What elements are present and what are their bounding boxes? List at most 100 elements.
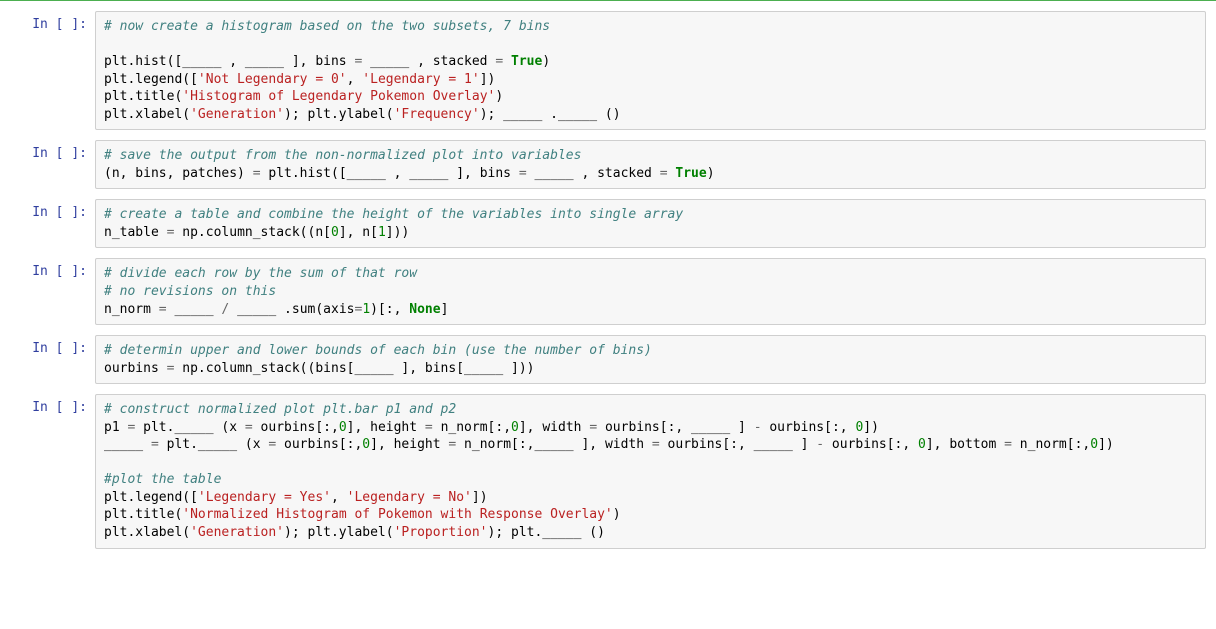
code-text: ourbins[:,	[253, 420, 339, 435]
keyword-true: True	[675, 166, 706, 181]
op-eq: =	[253, 166, 261, 181]
code-text: plt.title(	[104, 507, 182, 522]
op-eq: =	[589, 420, 597, 435]
code-text: n_norm[:,_____ ], width	[456, 437, 652, 452]
code-text: plt.hist([_____ , _____ ], bins	[261, 166, 519, 181]
code-text: ); plt.ylabel(	[284, 525, 394, 540]
string: 'Proportion'	[394, 525, 488, 540]
code-input-area[interactable]: # save the output from the non-normalize…	[95, 140, 1206, 189]
code-text: n_norm[:,	[1012, 437, 1090, 452]
code-cell[interactable]: In [ ]: # divide each row by the sum of …	[0, 254, 1216, 329]
code-text: np.column_stack((bins[_____ ], bins[____…	[174, 361, 534, 376]
code-text: )	[542, 54, 550, 69]
code-input-area[interactable]: # determin upper and lower bounds of eac…	[95, 335, 1206, 384]
op-minus: -	[754, 420, 762, 435]
code-text: ourbins[:,	[762, 420, 856, 435]
code-text: _____ , stacked	[362, 54, 495, 69]
op-minus: -	[816, 437, 824, 452]
op-eq: =	[245, 420, 253, 435]
input-prompt: In [ ]:	[0, 335, 95, 384]
string: 'Frequency'	[394, 107, 480, 122]
op-eq: =	[151, 437, 159, 452]
code-text: ourbins[:,	[824, 437, 918, 452]
code-content[interactable]: # divide each row by the sum of that row…	[104, 265, 1197, 318]
code-text: ], width	[519, 420, 589, 435]
code-text: ]))	[386, 225, 409, 240]
code-text: )	[707, 166, 715, 181]
code-text: plt.title(	[104, 89, 182, 104]
string: 'Legendary = Yes'	[198, 490, 331, 505]
code-text: _____ .sum(axis	[229, 302, 354, 317]
op-eq: =	[519, 166, 527, 181]
code-text: )[:,	[370, 302, 409, 317]
code-cell[interactable]: In [ ]: # determin upper and lower bound…	[0, 331, 1216, 388]
keyword-true: True	[511, 54, 542, 69]
code-text: p1	[104, 420, 127, 435]
code-text: n_table	[104, 225, 167, 240]
op-eq: =	[1004, 437, 1012, 452]
code-input-area[interactable]: # create a table and combine the height …	[95, 199, 1206, 248]
string: 'Normalized Histogram of Pokemon with Re…	[182, 507, 612, 522]
code-content[interactable]: # construct normalized plot plt.bar p1 a…	[104, 401, 1197, 541]
code-text: ourbins[:, _____ ]	[597, 420, 754, 435]
code-text: ])	[863, 420, 879, 435]
number: 0	[918, 437, 926, 452]
string: 'Not Legendary = 0'	[198, 72, 347, 87]
comment: # construct normalized plot plt.bar p1 a…	[104, 402, 456, 417]
code-input-area[interactable]: # divide each row by the sum of that row…	[95, 258, 1206, 325]
string: 'Histogram of Legendary Pokemon Overlay'	[182, 89, 495, 104]
input-prompt: In [ ]:	[0, 140, 95, 189]
string: 'Generation'	[190, 525, 284, 540]
code-input-area[interactable]: # now create a histogram based on the tw…	[95, 11, 1206, 130]
op-eq: =	[159, 302, 167, 317]
comment: # no revisions on this	[104, 284, 276, 299]
code-text: ])	[472, 490, 488, 505]
code-content[interactable]: # now create a histogram based on the tw…	[104, 18, 1197, 123]
code-text: n_norm[:,	[433, 420, 511, 435]
input-prompt: In [ ]:	[0, 199, 95, 248]
code-text: n_norm	[104, 302, 159, 317]
input-prompt: In [ ]:	[0, 258, 95, 325]
op-eq: =	[652, 437, 660, 452]
code-text: ])	[480, 72, 496, 87]
comment: # create a table and combine the height …	[104, 207, 683, 222]
code-cell[interactable]: In [ ]: # save the output from the non-n…	[0, 136, 1216, 193]
code-cell[interactable]: In [ ]: # create a table and combine the…	[0, 195, 1216, 252]
number: 0	[511, 420, 519, 435]
code-text: _____ , stacked	[527, 166, 660, 181]
code-text: plt.xlabel(	[104, 525, 190, 540]
code-content[interactable]: # determin upper and lower bounds of eac…	[104, 342, 1197, 377]
code-content[interactable]: # create a table and combine the height …	[104, 206, 1197, 241]
code-cell[interactable]: In [ ]: # now create a histogram based o…	[0, 7, 1216, 134]
code-text: _____	[167, 302, 222, 317]
comment: # determin upper and lower bounds of eac…	[104, 343, 652, 358]
number: 1	[378, 225, 386, 240]
code-text: (n, bins, patches)	[104, 166, 253, 181]
input-prompt: In [ ]:	[0, 394, 95, 548]
code-text: )	[495, 89, 503, 104]
code-text: ])	[1098, 437, 1114, 452]
code-text: plt._____ (x	[159, 437, 269, 452]
code-input-area[interactable]: # construct normalized plot plt.bar p1 a…	[95, 394, 1206, 548]
code-text: _____	[104, 437, 151, 452]
code-text: plt.xlabel(	[104, 107, 190, 122]
input-prompt: In [ ]:	[0, 11, 95, 130]
code-text: ourbins[:,	[276, 437, 362, 452]
code-text: ], n[	[339, 225, 378, 240]
number: 0	[339, 420, 347, 435]
code-text: plt.hist([_____ , _____ ], bins	[104, 54, 354, 69]
code-content[interactable]: # save the output from the non-normalize…	[104, 147, 1197, 182]
code-text: ourbins[:, _____ ]	[660, 437, 817, 452]
code-cell[interactable]: In [ ]: # construct normalized plot plt.…	[0, 390, 1216, 552]
string: 'Legendary = 1'	[362, 72, 479, 87]
string: 'Legendary = No'	[347, 490, 472, 505]
code-text: ); plt.ylabel(	[284, 107, 394, 122]
code-text: ,	[347, 72, 363, 87]
op-eq: =	[495, 54, 503, 69]
code-text: ], bottom	[926, 437, 1004, 452]
code-text: np.column_stack((n[	[174, 225, 331, 240]
code-text: ); _____ ._____ ()	[480, 107, 621, 122]
code-text: plt.legend([	[104, 72, 198, 87]
notebook-container: In [ ]: # now create a histogram based o…	[0, 0, 1216, 565]
comment: # divide each row by the sum of that row	[104, 266, 417, 281]
